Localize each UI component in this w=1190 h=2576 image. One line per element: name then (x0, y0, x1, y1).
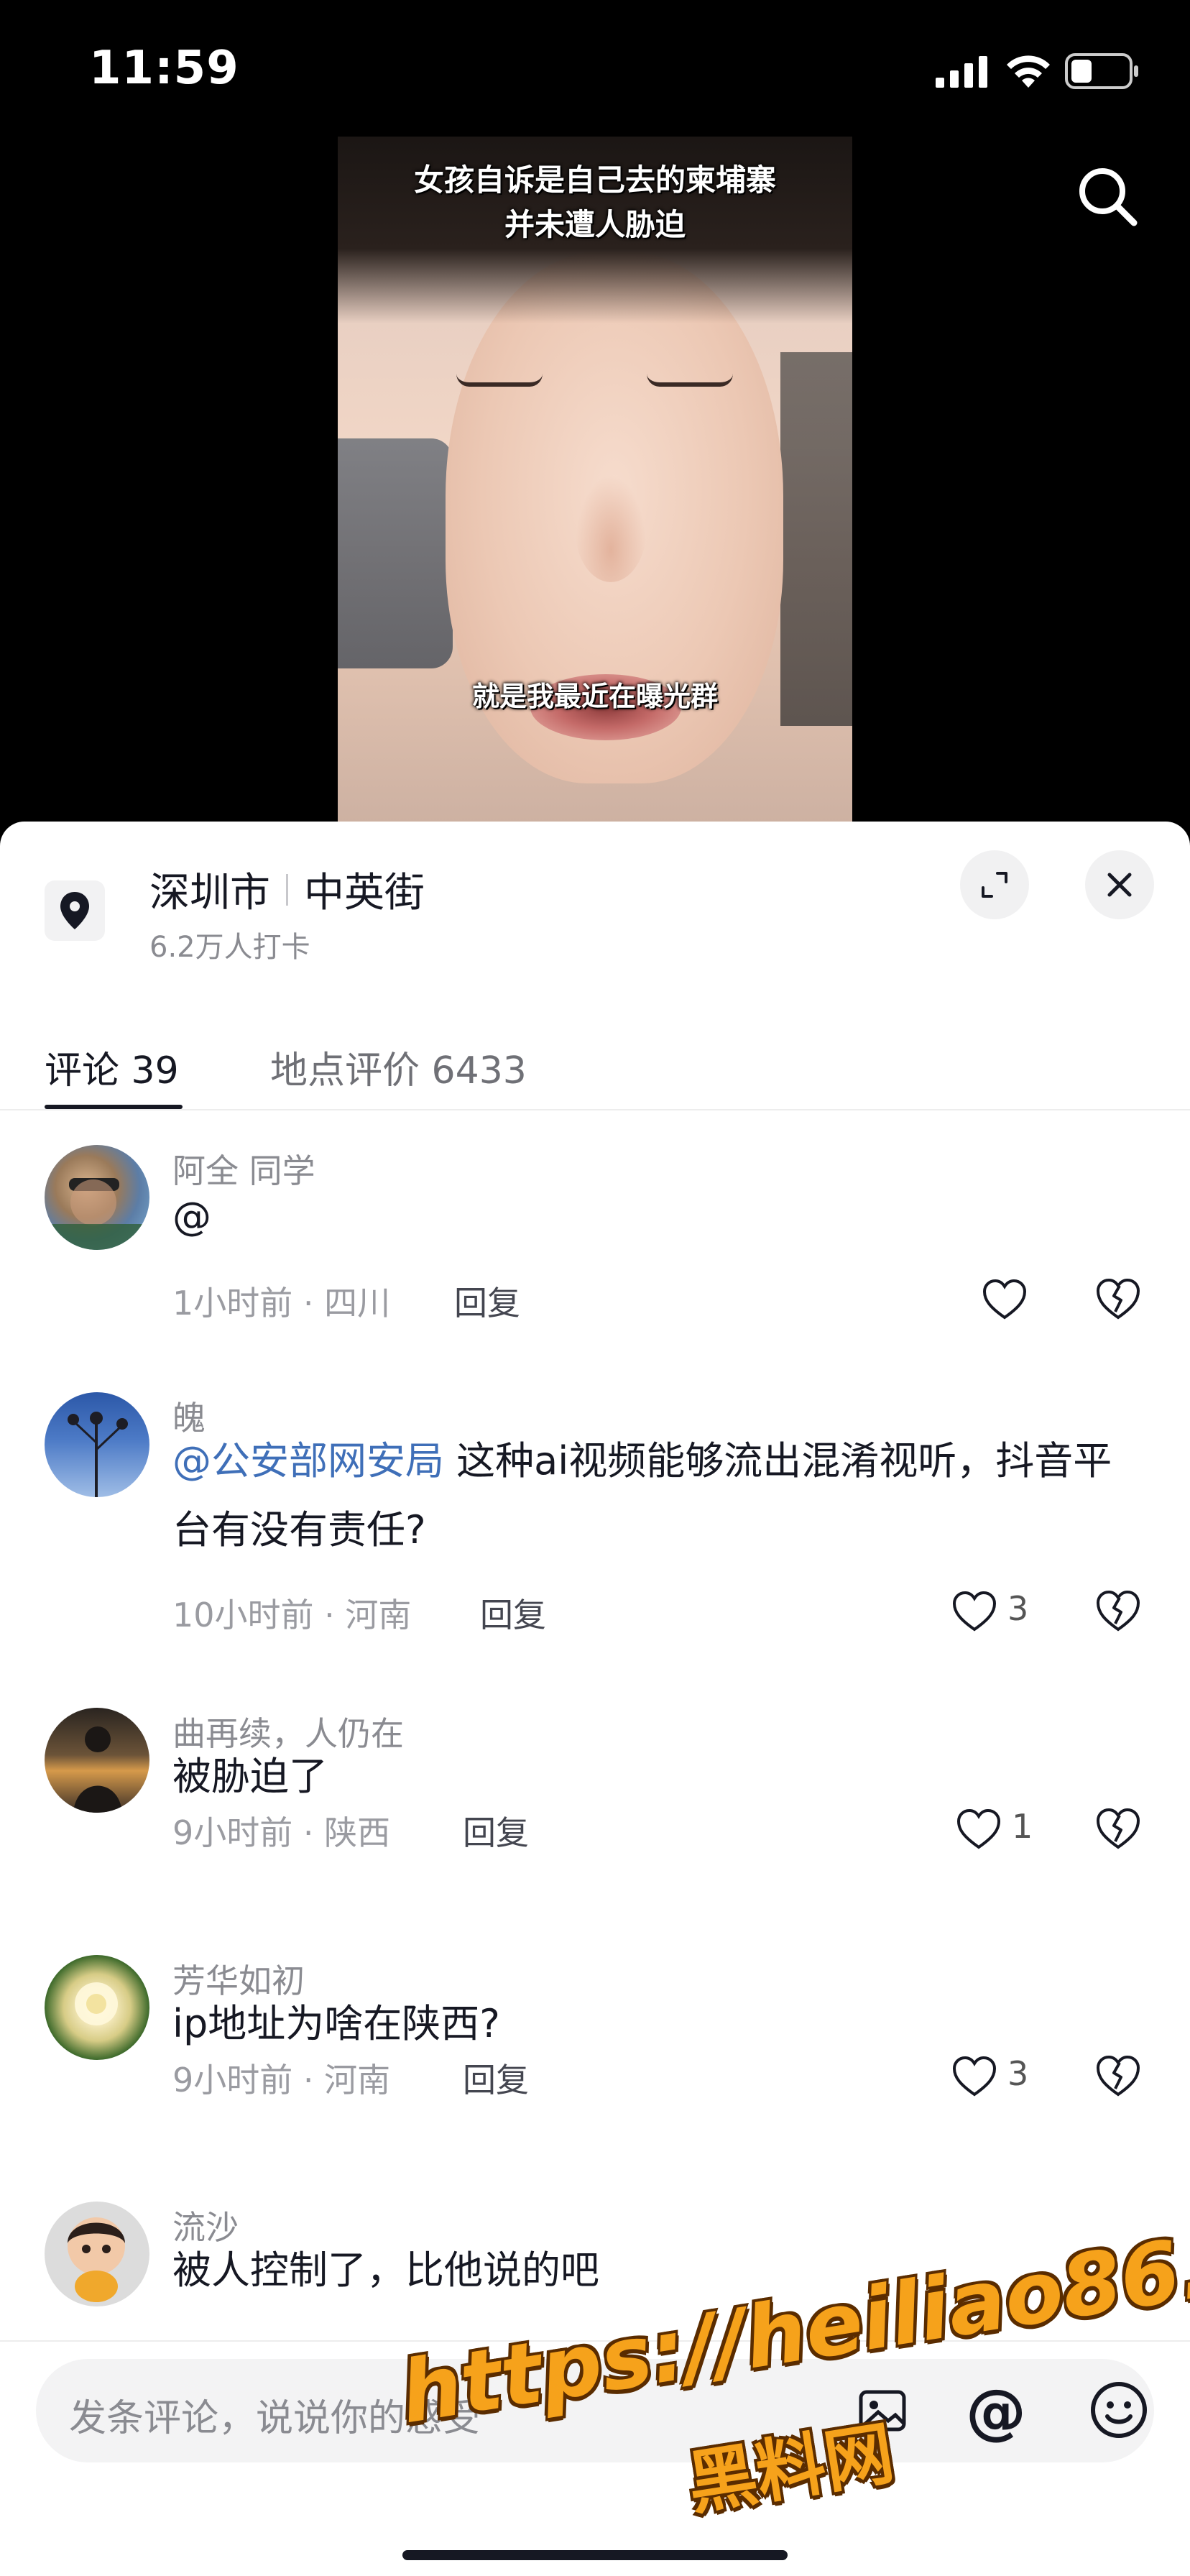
status-bar: 11:59 (0, 0, 1190, 137)
video-nose (575, 474, 647, 582)
home-indicator (402, 2550, 788, 2560)
avatar[interactable] (45, 1392, 149, 1497)
close-button[interactable] (1085, 850, 1154, 919)
close-icon (1107, 873, 1132, 897)
reply-button[interactable]: 回复 (463, 2054, 529, 2102)
avatar-image (73, 1726, 122, 1813)
comment-meta: 10小时前 · 河南 (172, 1596, 412, 1634)
status-time: 11:59 (89, 42, 239, 95)
avatar-image (68, 2217, 125, 2302)
like-icon[interactable] (951, 1591, 997, 1632)
comment-meta: 1小时前 · 四川 (172, 1284, 391, 1322)
video-caption-top: 女孩自诉是自己去的柬埔寨 并未遭人胁迫 (413, 162, 776, 242)
emoji-icon[interactable] (1088, 2379, 1150, 2441)
expand-icon (982, 872, 1007, 898)
video-background-right (780, 352, 852, 726)
avatar-image (68, 1412, 128, 1497)
comment-meta: 9小时前 · 陕西 (172, 1813, 391, 1852)
avatar[interactable] (45, 1708, 149, 1813)
location-place: 中英街 (304, 870, 425, 916)
search-icon[interactable] (1074, 162, 1143, 231)
comment-text: ip地址为啥在陕西? (172, 1990, 1135, 2058)
dislike-icon[interactable] (1095, 1807, 1141, 1850)
like-count: 3 (1007, 2054, 1029, 2093)
video-player[interactable]: 女孩自诉是自己去的柬埔寨 并未遭人胁迫 就是我最近在曝光群 (338, 137, 852, 823)
screen: 11:59 女孩自诉是自己去的柬埔寨 并未遭人胁迫 就是我最近在曝光群 深圳市 … (0, 0, 1190, 2576)
like-count: 1 (1012, 1807, 1033, 1846)
comment-text: @公安部网安局 这种ai视频能够流出混淆视听，抖音平台有没有责任? (172, 1427, 1135, 1565)
tab-place-reviews[interactable]: 地点评价 6433 (270, 1040, 527, 1094)
wifi-icon (1007, 55, 1050, 88)
battery-icon (1065, 53, 1138, 89)
video-eye-left (456, 374, 543, 387)
avatar-image (75, 1982, 118, 2025)
video-eye-right (647, 374, 733, 387)
location-checkins: 6.2万人打卡 (149, 931, 310, 964)
location-city: 深圳市 (149, 870, 270, 916)
like-icon[interactable] (956, 1808, 1002, 1850)
tab-comments[interactable]: 评论 39 (45, 1040, 179, 1094)
comment-body: 被胁迫了 (172, 1754, 328, 1799)
expand-button[interactable] (960, 850, 1029, 919)
comment-meta: 9小时前 · 河南 (172, 2061, 391, 2099)
comment-text: 被胁迫了 (172, 1742, 1135, 1811)
comment-body: 被人控制了，比他说的吧 (172, 2248, 599, 2293)
tab-active-indicator (45, 1105, 183, 1109)
location-divider (286, 873, 288, 906)
location-title[interactable]: 深圳市 中英街 (149, 860, 425, 919)
avatar-image (45, 1178, 149, 1250)
comment-body: @ (172, 1194, 211, 1239)
comment-text: @ (172, 1182, 1135, 1251)
dislike-icon[interactable] (1095, 2054, 1141, 2097)
comment-mention[interactable]: @公安部网安局 (172, 1438, 444, 1484)
mention-at-icon[interactable]: @ (966, 2376, 1026, 2447)
reply-button[interactable]: 回复 (463, 1807, 529, 1854)
avatar[interactable] (45, 2202, 149, 2306)
like-icon[interactable] (982, 1279, 1028, 1320)
tab-bar: 评论 39 地点评价 6433 (0, 1016, 1190, 1110)
location-pin-icon (45, 880, 105, 941)
comment-body: ip地址为啥在陕西? (172, 2001, 500, 2046)
avatar[interactable] (45, 1145, 149, 1250)
dislike-icon[interactable] (1095, 1277, 1141, 1320)
like-icon[interactable] (951, 2056, 997, 2097)
video-caption-bottom: 就是我最近在曝光群 (471, 681, 718, 712)
reply-button[interactable]: 回复 (454, 1277, 520, 1325)
video-background-left (338, 438, 453, 668)
dislike-icon[interactable] (1095, 1589, 1141, 1632)
reply-button[interactable]: 回复 (480, 1589, 546, 1637)
avatar[interactable] (45, 1955, 149, 2060)
cellular-signal-icon (936, 56, 987, 88)
like-count: 3 (1007, 1589, 1029, 1628)
